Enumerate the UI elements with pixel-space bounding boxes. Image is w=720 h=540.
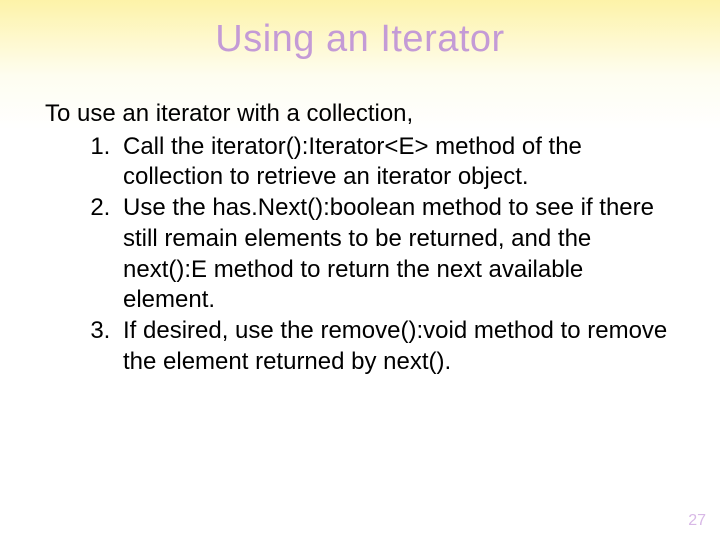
step-2: Use the has.Next():boolean method to see… xyxy=(117,193,675,316)
step-3: If desired, use the remove():void method… xyxy=(117,316,675,377)
step-1-text-a: Call the xyxy=(123,133,211,160)
page-number: 27 xyxy=(688,512,706,530)
step-2-code-2: next():E xyxy=(123,256,207,283)
slide: Using an Iterator To use an iterator wit… xyxy=(0,0,720,540)
step-3-text-a: If desired, use the xyxy=(123,317,320,344)
slide-title: Using an Iterator xyxy=(0,0,720,61)
step-2-code-1: has.Next():boolean xyxy=(212,194,415,221)
step-3-code-2: next() xyxy=(383,348,444,375)
step-1-code: iterator():Iterator<E> xyxy=(211,133,428,160)
step-3-code-1: remove():void xyxy=(320,317,467,344)
step-2-text-a: Use the xyxy=(123,194,212,221)
steps-list: Call the iterator():Iterator<E> method o… xyxy=(45,132,675,378)
intro-text: To use an iterator with a collection, xyxy=(45,99,675,130)
step-1: Call the iterator():Iterator<E> method o… xyxy=(117,132,675,193)
step-3-text-c: . xyxy=(445,348,452,375)
slide-body: To use an iterator with a collection, Ca… xyxy=(0,61,720,377)
